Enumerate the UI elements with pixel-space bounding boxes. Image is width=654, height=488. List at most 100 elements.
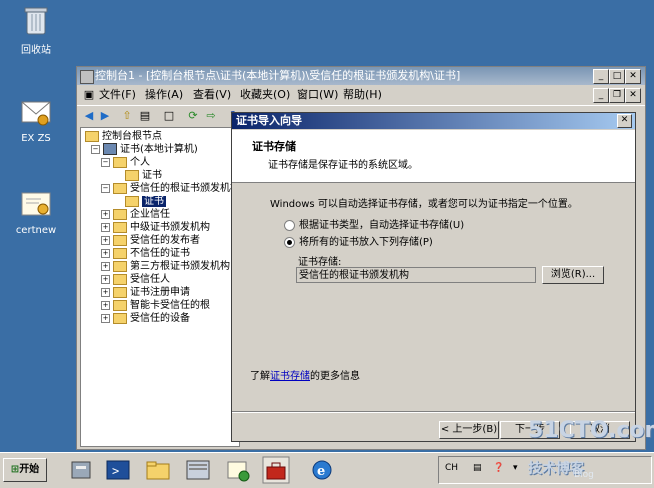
expand-icon[interactable]: + <box>101 222 110 232</box>
more-info: 了解证书存储的更多信息 <box>250 367 360 382</box>
start-label: 开始 <box>19 464 40 475</box>
back-button[interactable]: < 上一步(B) <box>439 421 499 439</box>
tree-node-label: 企业信任 <box>130 209 170 220</box>
tree-node-label: 受信任的根证书颁发机构 <box>130 183 240 194</box>
expand-icon[interactable]: + <box>101 274 110 284</box>
menu-favorites[interactable]: 收藏夹(O) <box>240 86 290 104</box>
collapse-icon[interactable]: − <box>91 144 100 154</box>
folder-icon <box>125 195 139 207</box>
wizard-heading: 证书存储 <box>252 140 296 153</box>
expand-icon[interactable]: + <box>101 261 110 271</box>
menu-window[interactable]: 窗口(W) <box>297 86 338 104</box>
radio-label: 将所有的证书放入下列存储(P) <box>299 237 433 248</box>
store-label: 证书存储: <box>298 257 342 268</box>
radio-indicator <box>284 219 295 231</box>
tree-node[interactable]: + 证书注册申请 <box>101 286 190 299</box>
radio-place-in-store[interactable]: 将所有的证书放入下列存储(P) <box>284 236 433 250</box>
expand-icon[interactable]: + <box>101 209 110 219</box>
mmc-console-icon[interactable] <box>184 456 212 484</box>
menu-action[interactable]: 操作(A) <box>145 86 183 104</box>
toolbox-icon[interactable] <box>262 456 290 484</box>
tree-node[interactable]: 证书 <box>125 169 162 182</box>
folder-icon <box>113 156 127 168</box>
radio-label: 根据证书类型，自动选择证书存储(U) <box>299 220 465 231</box>
child-restore-button[interactable]: ❐ <box>609 88 625 103</box>
powershell-icon[interactable]: > <box>104 456 132 484</box>
child-close-button[interactable]: ✕ <box>625 88 641 103</box>
forward-icon[interactable]: ▶ <box>97 108 113 123</box>
more-info-suffix: 的更多信息 <box>310 371 360 382</box>
tree-node[interactable]: − 受信任的根证书颁发机构 <box>101 182 240 195</box>
tree-node-label: 证书 <box>142 170 162 181</box>
menu-view[interactable]: 查看(V) <box>193 86 231 104</box>
tree-node[interactable]: + 受信任人 <box>101 273 170 286</box>
browse-button[interactable]: 浏览(R)... <box>542 266 604 284</box>
back-icon[interactable]: ◀ <box>81 108 97 123</box>
maximize-button[interactable]: □ <box>609 69 625 84</box>
desktop-icon-certnew[interactable]: certnew <box>6 188 66 236</box>
windows-logo-icon: ⊞ <box>10 464 20 475</box>
menu-help[interactable]: 帮助(H) <box>343 86 382 104</box>
tree-node-label: 受信任的设备 <box>130 313 190 324</box>
tree-node[interactable]: − 证书(本地计算机) <box>91 143 198 156</box>
menu-file[interactable]: 文件(F) <box>99 86 136 104</box>
desktop-icon-ex-zs[interactable]: EX ZS <box>6 96 66 144</box>
tree-node[interactable]: 控制台根节点 <box>85 130 162 143</box>
collapse-icon[interactable]: − <box>101 157 110 167</box>
folder-icon <box>113 286 127 298</box>
child-minimize-button[interactable]: _ <box>593 88 609 103</box>
properties-icon[interactable]: □ <box>161 108 177 123</box>
help-circle-icon[interactable]: ❓ <box>493 463 504 473</box>
tree-node-label: 受信任的发布者 <box>130 235 200 246</box>
show-tree-icon[interactable]: ▤ <box>137 108 153 123</box>
ime-icon[interactable]: ▤ <box>473 463 482 473</box>
server-manager-icon[interactable] <box>68 456 96 484</box>
wizard-subheading: 证书存储是保存证书的系统区域。 <box>268 160 418 171</box>
radio-auto-select-store[interactable]: 根据证书类型，自动选择证书存储(U) <box>284 219 464 233</box>
recycle-bin-icon <box>19 4 53 38</box>
internet-explorer-icon[interactable]: e <box>308 456 336 484</box>
tree-node[interactable]: − 个人 <box>101 156 150 169</box>
tree-node[interactable]: + 企业信任 <box>101 208 170 221</box>
export-list-icon[interactable]: ⇨ <box>203 108 219 123</box>
expand-icon[interactable]: + <box>101 300 110 310</box>
collapse-icon[interactable]: − <box>101 183 110 193</box>
tree-node-label: 受信任人 <box>130 274 170 285</box>
certificate-manager-icon[interactable] <box>224 456 252 484</box>
tree-node-label: 个人 <box>130 157 150 168</box>
explorer-folder-icon[interactable] <box>144 456 172 484</box>
wizard-description: Windows 可以自动选择证书存储，或者您可以为证书指定一个位置。 <box>270 199 578 210</box>
expand-icon[interactable]: + <box>101 235 110 245</box>
watermark-site: 51CTO.com <box>528 418 654 443</box>
expand-icon[interactable]: + <box>101 287 110 297</box>
start-button[interactable]: ⊞开始 <box>3 458 47 482</box>
refresh-icon[interactable]: ⟳ <box>185 108 201 123</box>
computer-cert-icon <box>103 143 117 155</box>
certificate-store-field[interactable]: 受信任的根证书颁发机构 <box>296 267 536 283</box>
expand-icon[interactable]: + <box>101 313 110 323</box>
wizard-header: 证书存储 证书存储是保存证书的系统区域。 <box>232 130 635 183</box>
tree-node-label: 证书 <box>142 196 166 207</box>
input-language[interactable]: CH <box>445 463 458 473</box>
up-level-icon[interactable]: ⇧ <box>119 108 135 123</box>
tree-node[interactable]: + 智能卡受信任的根 <box>101 299 210 312</box>
mmc-title-bar[interactable]: 控制台1 - [控制台根节点\证书(本地计算机)\受信任的根证书颁发机构\证书] <box>77 67 645 85</box>
tree-node[interactable]: + 受信任的发布者 <box>101 234 200 247</box>
tree-node[interactable]: + 受信任的设备 <box>101 312 190 325</box>
console-menu-icon[interactable]: ▣ <box>81 87 97 102</box>
tree-node[interactable]: 证书 <box>125 195 166 208</box>
tree-node[interactable]: + 中级证书颁发机构 <box>101 221 210 234</box>
close-button[interactable]: ✕ <box>625 69 641 84</box>
wizard-title-bar[interactable]: 证书导入向导 <box>232 113 635 129</box>
store-help-link[interactable]: 证书存储 <box>270 371 310 382</box>
minimize-button[interactable]: _ <box>593 69 609 84</box>
options-arrow-icon[interactable]: ▾ <box>513 463 518 473</box>
expand-icon[interactable]: + <box>101 248 110 258</box>
wizard-close-button[interactable]: ✕ <box>617 114 632 128</box>
tree-node[interactable]: + 不信任的证书 <box>101 247 190 260</box>
certificate-import-wizard: 证书导入向导 ✕ 证书存储 证书存储是保存证书的系统区域。 Windows 可以… <box>231 112 636 442</box>
folder-icon <box>113 221 127 233</box>
desktop-icon-recycle-bin[interactable]: 回收站 <box>6 4 66 56</box>
tree-node[interactable]: + 第三方根证书颁发机构 <box>101 260 230 273</box>
desktop-icon-label: EX ZS <box>21 133 51 144</box>
